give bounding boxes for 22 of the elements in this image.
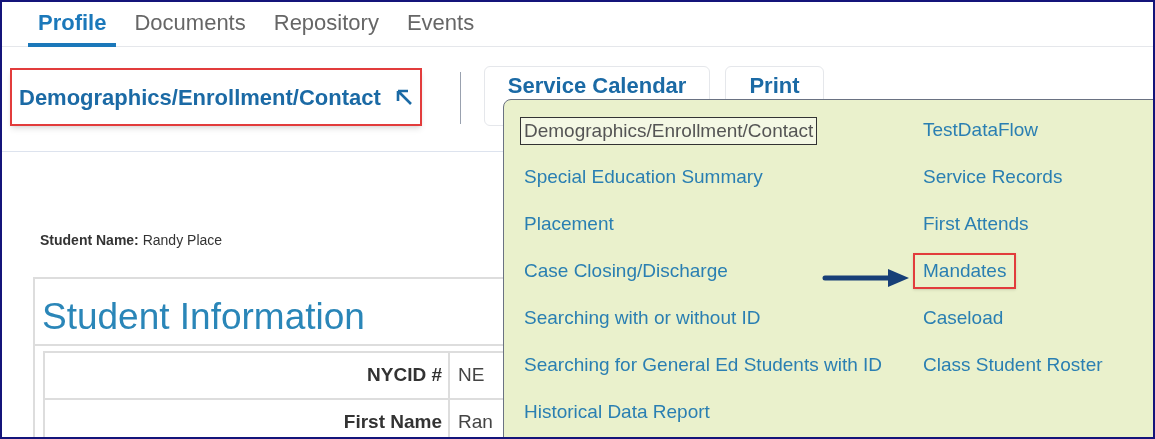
menu-item[interactable]: First Attends: [923, 211, 1029, 237]
menu-item[interactable]: Class Student Roster: [923, 352, 1103, 378]
tab[interactable]: Repository: [263, 2, 389, 47]
field-value: NE: [457, 363, 485, 388]
arrow-up-left-icon: [394, 88, 413, 106]
menu-item[interactable]: Searching for General Ed Students with ID: [524, 352, 883, 378]
section-link[interactable]: Demographics/Enrollment/Contact: [10, 68, 422, 126]
menu-item[interactable]: Placement: [524, 211, 614, 237]
field-label: First Name: [45, 400, 450, 437]
menu-item[interactable]: Special Education Summary: [524, 164, 763, 190]
menu-item[interactable]: Mandates: [913, 253, 1017, 289]
menu-item[interactable]: Demographics/Enrollment/Contact: [520, 117, 818, 145]
tab[interactable]: Profile: [28, 2, 117, 47]
field-value: Ran: [457, 410, 493, 435]
menu-item[interactable]: Historical Data Report: [524, 399, 710, 425]
menu-item[interactable]: TestDataFlow: [923, 117, 1039, 143]
tab[interactable]: Events: [396, 2, 485, 47]
menu-item[interactable]: Service Records: [923, 164, 1063, 190]
field-label: NYCID #: [45, 353, 450, 398]
student-name: Student Name: Randy Place: [40, 232, 223, 248]
menu-item[interactable]: Caseload: [923, 305, 1004, 331]
tab[interactable]: Documents: [124, 2, 256, 47]
